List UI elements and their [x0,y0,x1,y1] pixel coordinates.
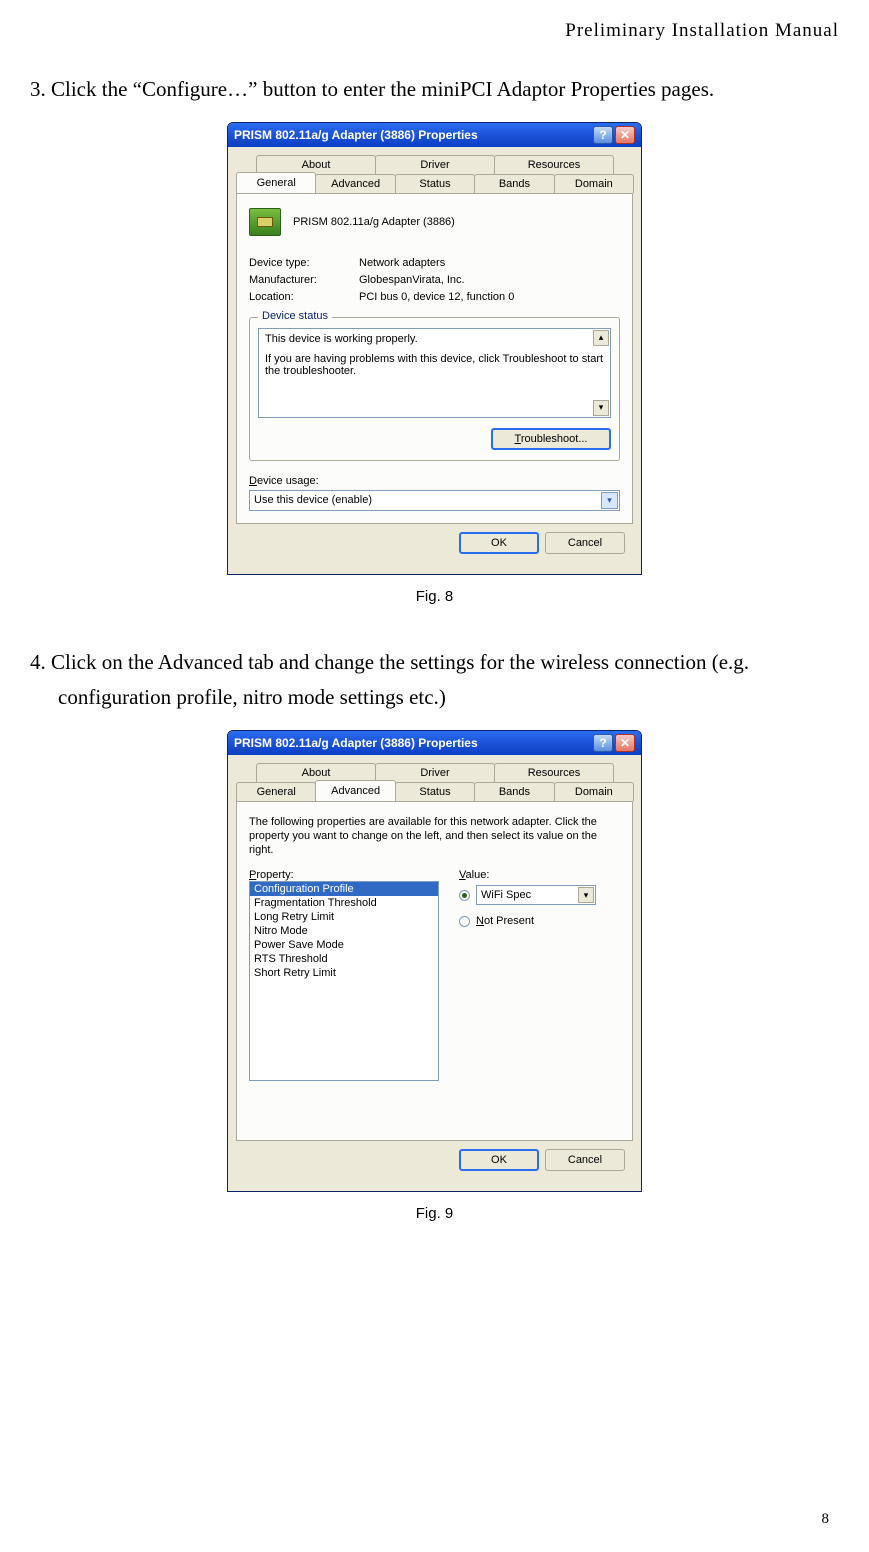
location-label: Location: [249,291,359,303]
tab-general[interactable]: General [236,782,316,801]
adapter-icon [249,208,281,236]
troubleshoot-label: roubleshoot... [521,433,588,445]
titlebar[interactable]: PRISM 802.11a/g Adapter (3886) Propertie… [228,731,641,755]
tab-status[interactable]: Status [395,782,475,801]
page-number: 8 [822,1511,830,1528]
step-3-num: 3. [30,77,46,101]
manufacturer-value: GlobespanVirata, Inc. [359,274,465,286]
not-present-label: Not Present [476,915,534,927]
property-label: Property: [249,869,439,881]
advanced-description: The following properties are available f… [249,816,620,857]
tab-bands[interactable]: Bands [474,174,554,193]
tab-advanced[interactable]: Advanced [315,174,395,193]
troubleshoot-button[interactable]: Troubleshoot... [491,428,611,450]
device-usage-label: Device usage: [249,475,620,487]
chevron-down-icon[interactable]: ▾ [601,492,618,509]
value-text: WiFi Spec [481,889,531,901]
step-4: 4. Click on the Advanced tab and change … [30,645,839,716]
properties-dialog-advanced: PRISM 802.11a/g Adapter (3886) Propertie… [227,730,642,1192]
tab-resources[interactable]: Resources [494,155,614,174]
device-type-value: Network adapters [359,257,445,269]
cancel-button[interactable]: Cancel [545,532,625,554]
scroll-up-icon[interactable]: ▴ [593,330,609,346]
window-title: PRISM 802.11a/g Adapter (3886) Propertie… [234,736,591,750]
radio-icon [459,890,470,901]
device-status-group: Device status This device is working pro… [249,317,620,461]
fig-8-caption: Fig. 8 [30,588,839,605]
list-item[interactable]: Configuration Profile [250,882,438,896]
list-item[interactable]: Long Retry Limit [250,910,438,924]
close-button[interactable]: ✕ [615,126,635,144]
tab-driver[interactable]: Driver [375,155,495,174]
tab-about[interactable]: About [256,155,376,174]
window-title: PRISM 802.11a/g Adapter (3886) Propertie… [234,128,591,142]
device-type-label: Device type: [249,257,359,269]
device-status-legend: Device status [258,310,332,322]
list-item[interactable]: Nitro Mode [250,924,438,938]
cancel-button[interactable]: Cancel [545,1149,625,1171]
tab-general[interactable]: General [236,172,316,193]
help-button[interactable]: ? [593,734,613,752]
value-present-radio[interactable]: WiFi Spec ▾ [459,885,620,905]
device-name: PRISM 802.11a/g Adapter (3886) [293,216,455,228]
ok-button[interactable]: OK [459,532,539,554]
property-listbox[interactable]: Configuration Profile Fragmentation Thre… [249,881,439,1081]
step-3-text: Click the “Configure…” button to enter t… [51,77,714,101]
radio-icon [459,916,470,927]
value-select[interactable]: WiFi Spec ▾ [476,885,596,905]
chevron-down-icon[interactable]: ▾ [578,887,594,903]
device-usage-select[interactable]: Use this device (enable) ▾ [249,490,620,511]
tab-resources[interactable]: Resources [494,763,614,782]
status-line-1: This device is working properly. [265,333,604,345]
fig-9-caption: Fig. 9 [30,1205,839,1222]
device-usage-value: Use this device (enable) [254,494,372,506]
ok-button[interactable]: OK [459,1149,539,1171]
status-line-2: If you are having problems with this dev… [265,353,604,377]
help-button[interactable]: ? [593,126,613,144]
scroll-down-icon[interactable]: ▾ [593,400,609,416]
list-item[interactable]: Fragmentation Threshold [250,896,438,910]
close-button[interactable]: ✕ [615,734,635,752]
list-item[interactable]: Power Save Mode [250,938,438,952]
list-item[interactable]: RTS Threshold [250,952,438,966]
step-3: 3. Click the “Configure…” button to ente… [30,72,839,108]
device-status-text[interactable]: This device is working properly. If you … [258,328,611,418]
value-not-present-radio[interactable]: Not Present [459,915,620,927]
tab-advanced[interactable]: Advanced [315,780,395,801]
location-value: PCI bus 0, device 12, function 0 [359,291,514,303]
value-label: Value: [459,869,620,881]
step-4-num: 4. [30,650,46,674]
step-4-text: Click on the Advanced tab and change the… [51,650,749,710]
tab-status[interactable]: Status [395,174,475,193]
list-item[interactable]: Short Retry Limit [250,966,438,980]
titlebar[interactable]: PRISM 802.11a/g Adapter (3886) Propertie… [228,123,641,147]
tab-domain[interactable]: Domain [554,782,634,801]
properties-dialog-general: PRISM 802.11a/g Adapter (3886) Propertie… [227,122,642,575]
tab-domain[interactable]: Domain [554,174,634,193]
page-header: Preliminary Installation Manual [30,20,839,42]
tab-bands[interactable]: Bands [474,782,554,801]
manufacturer-label: Manufacturer: [249,274,359,286]
